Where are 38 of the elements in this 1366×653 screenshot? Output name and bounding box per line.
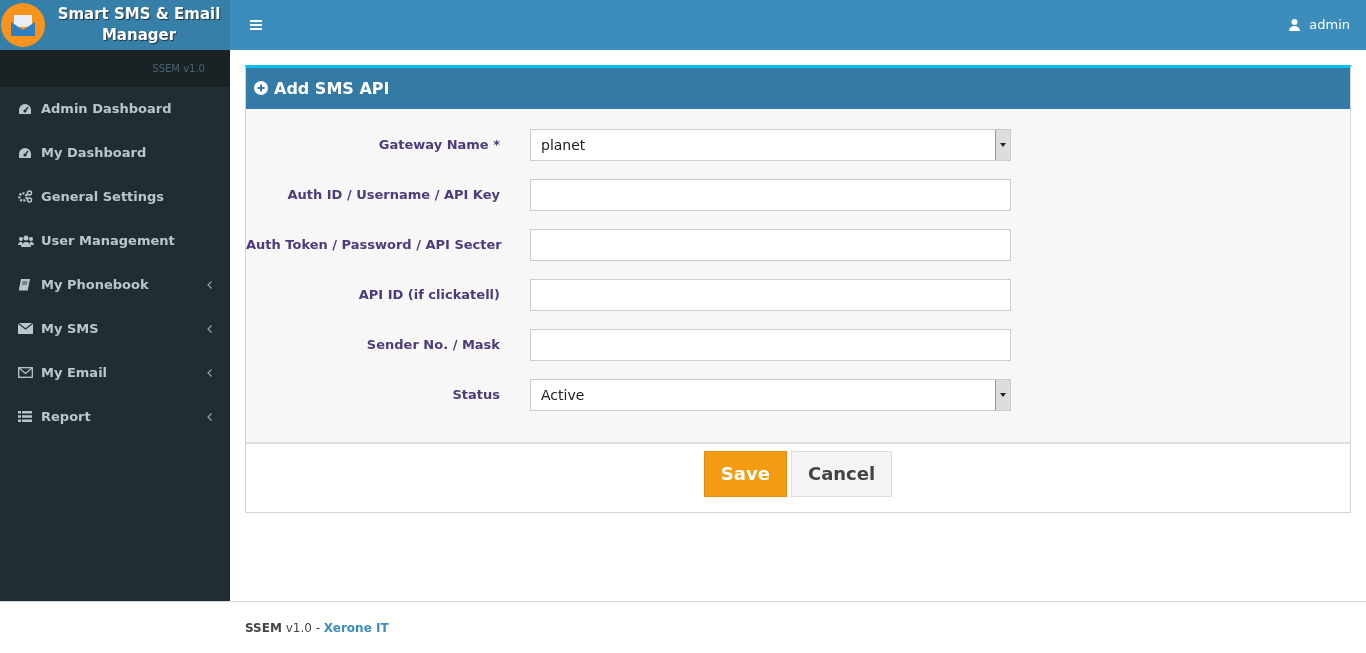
version-label: SSEM v1.0 xyxy=(152,62,205,74)
sidebar-item[interactable]: Admin Dashboard xyxy=(0,86,230,131)
select-field[interactable]: Active xyxy=(530,378,1011,411)
envelope-icon xyxy=(18,323,33,335)
app-title: Smart SMS & Email Manager xyxy=(56,3,222,46)
select-field[interactable]: planet xyxy=(530,128,1011,161)
gears-icon xyxy=(18,190,33,204)
users-icon xyxy=(18,234,34,247)
field-label: Status xyxy=(451,387,501,403)
dashboard-icon xyxy=(18,102,32,115)
sidebar-item[interactable]: General Settings xyxy=(0,174,230,219)
field-label: Auth Token / Password / API Secter xyxy=(246,237,503,253)
sidebar-item[interactable]: My Dashboard xyxy=(0,130,230,175)
field-label: Gateway Name * xyxy=(377,137,501,153)
dashboard-icon xyxy=(18,146,32,159)
field-label: API ID (if clickatell) xyxy=(357,287,501,303)
cancel-button[interactable]: Cancel xyxy=(790,450,893,497)
field-label: Auth ID / Username / API Key xyxy=(286,187,501,203)
envelope-logo-icon xyxy=(1,2,45,47)
book-icon xyxy=(18,278,31,292)
field-label: Sender No. / Mask xyxy=(365,337,501,353)
envelope-outline-icon xyxy=(18,367,33,379)
text-field[interactable] xyxy=(530,328,1011,361)
plus-circle-icon xyxy=(254,81,268,96)
list-icon xyxy=(18,411,32,423)
company-link[interactable]: Xerone IT xyxy=(323,620,389,635)
text-field[interactable] xyxy=(530,228,1011,261)
text-field[interactable] xyxy=(530,178,1011,211)
user-name[interactable]: admin xyxy=(1309,17,1350,33)
sidebar-item[interactable]: My SMS xyxy=(0,306,230,351)
text-field[interactable] xyxy=(530,278,1011,311)
sidebar-item[interactable]: My Email xyxy=(0,350,230,395)
sidebar-item[interactable]: Report xyxy=(0,394,230,439)
panel-title: Add SMS API xyxy=(274,78,390,98)
sidebar-item[interactable]: My Phonebook xyxy=(0,262,230,307)
footer-text: SSEM v1.0 - Xerone IT xyxy=(245,620,389,635)
user-icon xyxy=(1289,18,1301,31)
sidebar-item[interactable]: User Management xyxy=(0,218,230,263)
